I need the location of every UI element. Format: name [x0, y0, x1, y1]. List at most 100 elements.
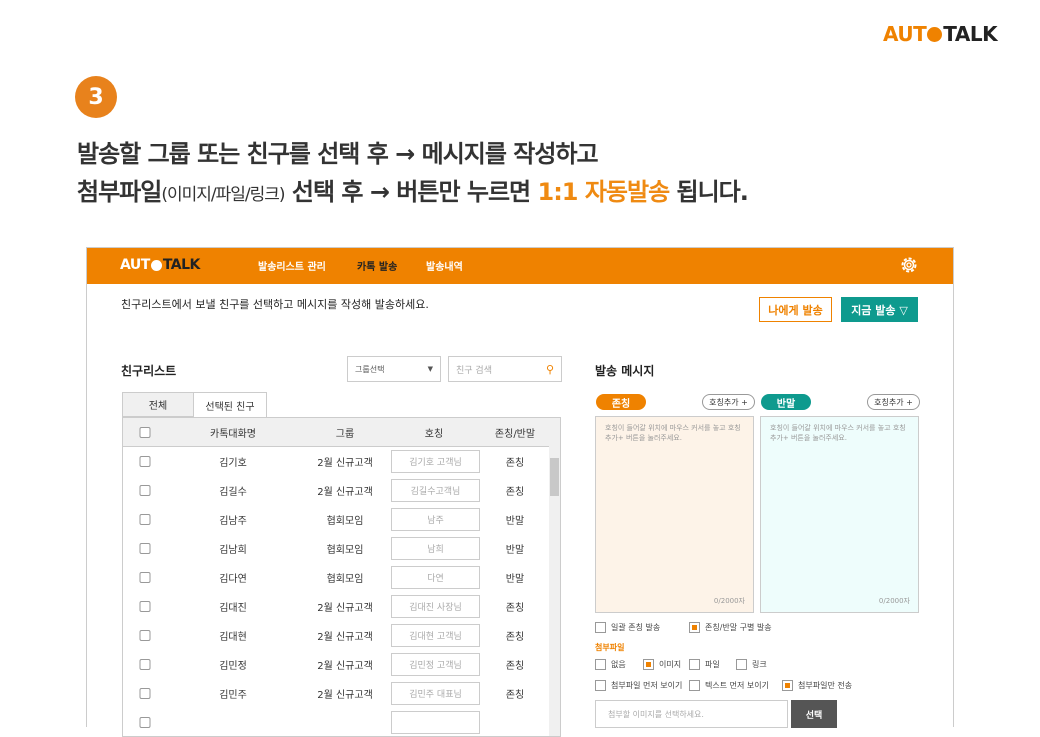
checkbox-box[interactable] — [595, 622, 606, 633]
honorific-input[interactable]: 남희 — [391, 537, 480, 560]
nav-send-list-manage[interactable]: 발송리스트 관리 — [258, 258, 326, 273]
attach-type-checkbox[interactable]: 이미지 — [643, 659, 681, 670]
gear-icon[interactable] — [899, 255, 919, 275]
tab-all[interactable]: 전체 — [122, 392, 194, 417]
select-file-button[interactable]: 선택 — [791, 700, 837, 728]
row-checkbox[interactable] — [139, 456, 151, 467]
friend-search-input[interactable]: 친구 검색 ⚲ — [448, 356, 562, 382]
select-all-checkbox[interactable] — [139, 427, 151, 438]
checkbox-box[interactable] — [595, 680, 606, 691]
row-checkbox[interactable] — [139, 688, 151, 699]
text: 됩니다. — [669, 178, 749, 206]
app-window: AUT TALK 발송리스트 관리 카톡 발송 발송내역 친구리스트에서 보낼 친… — [86, 247, 954, 737]
table-row[interactable]: 김다연 협회모임 다연 반말 — [123, 563, 560, 592]
honorific-input[interactable]: 김대진 사장님 — [391, 595, 480, 618]
nav-kakao-send[interactable]: 카톡 발송 — [357, 258, 397, 273]
scrollbar[interactable] — [549, 418, 560, 736]
casual-badge: 반말 — [761, 394, 811, 410]
checkbox-box[interactable] — [595, 659, 606, 670]
row-checkbox[interactable] — [139, 630, 151, 641]
friend-table: 카톡대화명 그룹 호칭 존칭/반말 김기호 2월 신규고객 김기호 고객님 존칭… — [122, 417, 561, 737]
row-checkbox[interactable] — [139, 572, 151, 583]
friend-tone: 반말 — [505, 545, 525, 556]
attach-type-checkbox[interactable]: 링크 — [736, 659, 767, 670]
checkbox-label: 일괄 존칭 발송 — [611, 623, 661, 632]
honorific-input[interactable]: 김길수고객님 — [391, 479, 480, 502]
column-header: 그룹 — [335, 429, 355, 440]
friend-tone: 반말 — [505, 516, 525, 527]
friend-group: 2월 신규고객 — [317, 690, 373, 701]
nav-send-history[interactable]: 발송내역 — [426, 258, 463, 273]
headline-line2: 첨부파일(이미지/파일/링크) 선택 후 → 버튼만 누르면 1:1 자동발송 … — [77, 172, 749, 207]
table-row[interactable]: 김기호 2월 신규고객 김기호 고객님 존칭 — [123, 447, 560, 476]
app-logo: AUT TALK — [120, 257, 200, 273]
friend-name: 김남주 — [219, 516, 247, 527]
attach-order-checkbox[interactable]: 첨부파일만 전송 — [782, 680, 852, 691]
honorific-input[interactable] — [391, 711, 480, 734]
attach-type-checkbox[interactable]: 파일 — [689, 659, 720, 670]
row-checkbox[interactable] — [139, 717, 151, 728]
attach-order-checkbox[interactable]: 첨부파일 먼저 보이기 — [595, 680, 682, 691]
honorific-input[interactable]: 김민정 고객님 — [391, 653, 480, 676]
attach-type-checkbox[interactable]: 없음 — [595, 659, 626, 670]
table-header: 카톡대화명 그룹 호칭 존칭/반말 — [123, 418, 560, 447]
table-row[interactable]: 김민주 2월 신규고객 김민주 대표님 존칭 — [123, 679, 560, 708]
friend-group: 2월 신규고객 — [317, 458, 373, 469]
char-counter: 0/2000자 — [878, 596, 910, 605]
checkbox-box[interactable] — [643, 659, 654, 670]
send-now-button[interactable]: 지금 발송 ▽ — [841, 297, 918, 322]
attachment-file-input[interactable]: 첨부할 이미지를 선택하세요. — [595, 700, 788, 728]
row-checkbox[interactable] — [139, 514, 151, 525]
table-row[interactable]: 김길수 2월 신규고객 김길수고객님 존칭 — [123, 476, 560, 505]
attach-order-checkbox[interactable]: 텍스트 먼저 보이기 — [689, 680, 769, 691]
friend-tone: 반말 — [505, 574, 525, 585]
friend-name: 김남희 — [219, 545, 247, 556]
dropdown-arrow-icon: ▼ — [427, 365, 433, 373]
checkbox-label: 없음 — [611, 660, 626, 669]
table-row[interactable]: 김남주 협회모임 남주 반말 — [123, 505, 560, 534]
casual-message-textarea[interactable]: 호칭이 들어갈 위치에 마우스 커서를 놓고 호칭추가+ 버튼을 눌러주세요. 0… — [760, 416, 919, 613]
table-row[interactable]: 김대현 2월 신규고객 김대현 고객님 존칭 — [123, 621, 560, 650]
checkbox-box[interactable] — [736, 659, 747, 670]
scrollbar-thumb[interactable] — [550, 458, 559, 496]
top-nav-bar: AUT TALK 발송리스트 관리 카톡 발송 발송내역 — [87, 248, 953, 284]
checkbox-box[interactable] — [689, 680, 700, 691]
speech-bubble-icon — [927, 26, 943, 42]
table-row[interactable]: 김민정 2월 신규고객 김민정 고객님 존칭 — [123, 650, 560, 679]
logo-text: TALK — [162, 257, 201, 273]
send-to-me-button[interactable]: 나에게 발송 — [759, 297, 832, 322]
row-checkbox[interactable] — [139, 601, 151, 612]
search-placeholder: 친구 검색 — [456, 365, 492, 376]
checkbox-box[interactable] — [689, 622, 700, 633]
checkbox-label: 첨부파일만 전송 — [798, 681, 853, 690]
table-row[interactable]: 김남희 협회모임 남희 반말 — [123, 534, 560, 563]
honorific-input[interactable]: 다연 — [391, 566, 480, 589]
friend-name: 김민정 — [219, 661, 247, 672]
add-honorific-casual-button[interactable]: 호칭추가 + — [867, 394, 920, 410]
tab-selected-friends[interactable]: 선택된 친구 — [193, 392, 267, 417]
friend-tone: 존칭 — [505, 632, 525, 643]
send-mode-checkbox[interactable]: 존칭/반말 구별 발송 — [689, 622, 772, 633]
checkbox-label: 존칭/반말 구별 발송 — [705, 623, 772, 632]
send-mode-checkbox[interactable]: 일괄 존칭 발송 — [595, 622, 660, 633]
search-icon[interactable]: ⚲ — [546, 363, 554, 376]
highlight-text: 1:1 자동발송 — [537, 178, 671, 206]
table-row[interactable]: 김대진 2월 신규고객 김대진 사장님 존칭 — [123, 592, 560, 621]
checkbox-box[interactable] — [782, 680, 793, 691]
table-row[interactable] — [123, 708, 560, 736]
step-badge: 3 — [75, 76, 117, 118]
friend-name: 김민주 — [219, 690, 247, 701]
formal-badge: 존칭 — [596, 394, 646, 410]
checkbox-box[interactable] — [689, 659, 700, 670]
add-honorific-formal-button[interactable]: 호칭추가 + — [702, 394, 755, 410]
honorific-input[interactable]: 김민주 대표님 — [391, 682, 480, 705]
honorific-input[interactable]: 김기호 고객님 — [391, 450, 480, 473]
honorific-input[interactable]: 김대현 고객님 — [391, 624, 480, 647]
text: (이미지/파일/링크) — [161, 185, 285, 205]
group-select[interactable]: 그룹선택 ▼ — [347, 356, 441, 382]
row-checkbox[interactable] — [139, 659, 151, 670]
row-checkbox[interactable] — [139, 543, 151, 554]
row-checkbox[interactable] — [139, 485, 151, 496]
honorific-input[interactable]: 남주 — [391, 508, 480, 531]
formal-message-textarea[interactable]: 호칭이 들어갈 위치에 마우스 커서를 놓고 호칭추가+ 버튼을 눌러주세요. 0… — [595, 416, 754, 613]
